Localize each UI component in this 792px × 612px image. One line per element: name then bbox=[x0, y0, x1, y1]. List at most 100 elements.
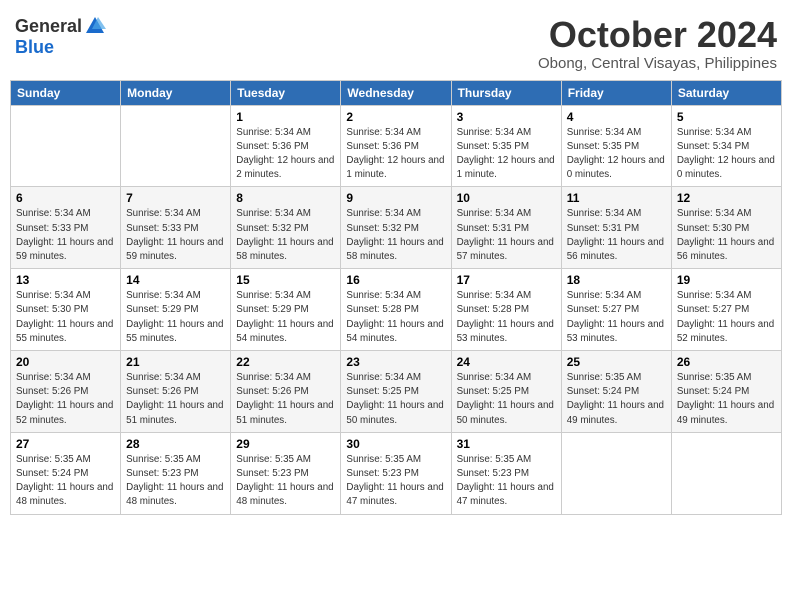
day-info: Sunrise: 5:34 AMSunset: 5:30 PMDaylight:… bbox=[677, 207, 776, 264]
weekday-header: Friday bbox=[561, 80, 671, 105]
logo-icon bbox=[84, 15, 106, 37]
day-number: 19 bbox=[677, 273, 776, 287]
logo-blue-text: Blue bbox=[15, 37, 54, 58]
day-info: Sunrise: 5:34 AMSunset: 5:29 PMDaylight:… bbox=[126, 289, 225, 346]
calendar-day-cell: 28 Sunrise: 5:35 AMSunset: 5:23 PMDayligh… bbox=[121, 432, 231, 514]
calendar-day-cell: 31Sunrise: 5:35 AMSunset: 5:23 PMDayligh… bbox=[451, 432, 561, 514]
calendar-day-cell bbox=[671, 432, 781, 514]
day-number: 29 bbox=[236, 437, 335, 451]
page-header: General Blue October 2024 Obong, Central… bbox=[10, 10, 782, 72]
weekday-header: Wednesday bbox=[341, 80, 451, 105]
day-number: 17 bbox=[457, 273, 556, 287]
calendar-header-row: SundayMondayTuesdayWednesdayThursdayFrid… bbox=[11, 80, 782, 105]
day-info: Sunrise: 5:34 AMSunset: 5:26 PMDaylight:… bbox=[126, 371, 225, 428]
day-info: Sunrise: 5:35 AMSunset: 5:24 PMDaylight:… bbox=[567, 371, 666, 428]
month-title: October 2024 bbox=[538, 15, 777, 55]
day-number: 10 bbox=[457, 191, 556, 205]
day-number: 6 bbox=[16, 191, 115, 205]
calendar-week-row: 6 Sunrise: 5:34 AMSunset: 5:33 PMDaylight… bbox=[11, 187, 782, 269]
day-info: Sunrise: 5:34 AMSunset: 5:26 PMDaylight:… bbox=[16, 371, 115, 428]
day-info: Sunrise: 5:34 AMSunset: 5:35 PMDaylight:… bbox=[457, 126, 556, 183]
calendar-day-cell: 22 Sunrise: 5:34 AMSunset: 5:26 PMDayligh… bbox=[231, 351, 341, 433]
day-number: 30 bbox=[346, 437, 445, 451]
day-info: Sunrise: 5:34 AMSunset: 5:28 PMDaylight:… bbox=[457, 289, 556, 346]
day-number: 24 bbox=[457, 355, 556, 369]
calendar-day-cell: 23 Sunrise: 5:34 AMSunset: 5:25 PMDayligh… bbox=[341, 351, 451, 433]
day-number: 23 bbox=[346, 355, 445, 369]
day-info: Sunrise: 5:35 AMSunset: 5:23 PMDaylight:… bbox=[236, 453, 335, 510]
calendar-day-cell: 16Sunrise: 5:34 AMSunset: 5:28 PMDayligh… bbox=[341, 269, 451, 351]
calendar-day-cell: 21 Sunrise: 5:34 AMSunset: 5:26 PMDayligh… bbox=[121, 351, 231, 433]
calendar-day-cell: 17 Sunrise: 5:34 AMSunset: 5:28 PMDayligh… bbox=[451, 269, 561, 351]
day-number: 4 bbox=[567, 110, 666, 124]
day-info: Sunrise: 5:34 AMSunset: 5:29 PMDaylight:… bbox=[236, 289, 335, 346]
day-number: 28 bbox=[126, 437, 225, 451]
calendar-week-row: 1Sunrise: 5:34 AMSunset: 5:36 PMDaylight… bbox=[11, 105, 782, 187]
weekday-header: Thursday bbox=[451, 80, 561, 105]
calendar-day-cell: 27 Sunrise: 5:35 AMSunset: 5:24 PMDayligh… bbox=[11, 432, 121, 514]
day-info: Sunrise: 5:34 AMSunset: 5:27 PMDaylight:… bbox=[567, 289, 666, 346]
day-info: Sunrise: 5:34 AMSunset: 5:25 PMDaylight:… bbox=[346, 371, 445, 428]
calendar-day-cell: 12 Sunrise: 5:34 AMSunset: 5:30 PMDayligh… bbox=[671, 187, 781, 269]
weekday-header: Sunday bbox=[11, 80, 121, 105]
day-number: 5 bbox=[677, 110, 776, 124]
calendar-day-cell: 19 Sunrise: 5:34 AMSunset: 5:27 PMDayligh… bbox=[671, 269, 781, 351]
day-number: 22 bbox=[236, 355, 335, 369]
calendar-day-cell: 9Sunrise: 5:34 AMSunset: 5:32 PMDaylight… bbox=[341, 187, 451, 269]
day-number: 15 bbox=[236, 273, 335, 287]
day-info: Sunrise: 5:34 AMSunset: 5:30 PMDaylight:… bbox=[16, 289, 115, 346]
calendar-week-row: 27 Sunrise: 5:35 AMSunset: 5:24 PMDayligh… bbox=[11, 432, 782, 514]
weekday-header: Saturday bbox=[671, 80, 781, 105]
day-info: Sunrise: 5:34 AMSunset: 5:25 PMDaylight:… bbox=[457, 371, 556, 428]
day-number: 11 bbox=[567, 191, 666, 205]
day-info: Sunrise: 5:34 AMSunset: 5:28 PMDaylight:… bbox=[346, 289, 445, 346]
day-info: Sunrise: 5:34 AMSunset: 5:35 PMDaylight:… bbox=[567, 126, 666, 183]
day-number: 9 bbox=[346, 191, 445, 205]
title-section: October 2024 Obong, Central Visayas, Phi… bbox=[538, 15, 777, 72]
weekday-header: Monday bbox=[121, 80, 231, 105]
day-info: Sunrise: 5:35 AMSunset: 5:24 PMDaylight:… bbox=[16, 453, 115, 510]
day-info: Sunrise: 5:34 AMSunset: 5:27 PMDaylight:… bbox=[677, 289, 776, 346]
day-info: Sunrise: 5:34 AMSunset: 5:36 PMDaylight:… bbox=[346, 126, 445, 183]
calendar-day-cell: 30Sunrise: 5:35 AMSunset: 5:23 PMDayligh… bbox=[341, 432, 451, 514]
calendar-day-cell: 1Sunrise: 5:34 AMSunset: 5:36 PMDaylight… bbox=[231, 105, 341, 187]
day-number: 2 bbox=[346, 110, 445, 124]
calendar-day-cell: 13 Sunrise: 5:34 AMSunset: 5:30 PMDayligh… bbox=[11, 269, 121, 351]
calendar-week-row: 20Sunrise: 5:34 AMSunset: 5:26 PMDayligh… bbox=[11, 351, 782, 433]
day-number: 13 bbox=[16, 273, 115, 287]
calendar-day-cell bbox=[561, 432, 671, 514]
day-info: Sunrise: 5:34 AMSunset: 5:31 PMDaylight:… bbox=[457, 207, 556, 264]
day-info: Sunrise: 5:35 AMSunset: 5:23 PMDaylight:… bbox=[457, 453, 556, 510]
day-number: 14 bbox=[126, 273, 225, 287]
calendar-day-cell bbox=[121, 105, 231, 187]
day-info: Sunrise: 5:34 AMSunset: 5:31 PMDaylight:… bbox=[567, 207, 666, 264]
calendar-day-cell: 4 Sunrise: 5:34 AMSunset: 5:35 PMDaylight… bbox=[561, 105, 671, 187]
day-number: 7 bbox=[126, 191, 225, 205]
weekday-header: Tuesday bbox=[231, 80, 341, 105]
day-number: 27 bbox=[16, 437, 115, 451]
calendar-day-cell: 8 Sunrise: 5:34 AMSunset: 5:32 PMDaylight… bbox=[231, 187, 341, 269]
calendar-day-cell: 6Sunrise: 5:34 AMSunset: 5:33 PMDaylight… bbox=[11, 187, 121, 269]
calendar-day-cell: 5Sunrise: 5:34 AMSunset: 5:34 PMDaylight… bbox=[671, 105, 781, 187]
day-info: Sunrise: 5:34 AMSunset: 5:32 PMDaylight:… bbox=[236, 207, 335, 264]
logo-general-text: General bbox=[15, 16, 82, 37]
day-number: 8 bbox=[236, 191, 335, 205]
calendar-day-cell: 3 Sunrise: 5:34 AMSunset: 5:35 PMDaylight… bbox=[451, 105, 561, 187]
day-info: Sunrise: 5:34 AMSunset: 5:33 PMDaylight:… bbox=[126, 207, 225, 264]
day-number: 21 bbox=[126, 355, 225, 369]
day-number: 3 bbox=[457, 110, 556, 124]
day-info: Sunrise: 5:34 AMSunset: 5:36 PMDaylight:… bbox=[236, 126, 335, 183]
calendar-day-cell: 10 Sunrise: 5:34 AMSunset: 5:31 PMDayligh… bbox=[451, 187, 561, 269]
calendar-day-cell: 26Sunrise: 5:35 AMSunset: 5:24 PMDayligh… bbox=[671, 351, 781, 433]
calendar-day-cell: 25 Sunrise: 5:35 AMSunset: 5:24 PMDayligh… bbox=[561, 351, 671, 433]
day-number: 12 bbox=[677, 191, 776, 205]
calendar-table: SundayMondayTuesdayWednesdayThursdayFrid… bbox=[10, 80, 782, 515]
day-info: Sunrise: 5:35 AMSunset: 5:23 PMDaylight:… bbox=[126, 453, 225, 510]
location-subtitle: Obong, Central Visayas, Philippines bbox=[538, 55, 777, 72]
day-number: 25 bbox=[567, 355, 666, 369]
day-number: 18 bbox=[567, 273, 666, 287]
day-number: 26 bbox=[677, 355, 776, 369]
day-info: Sunrise: 5:34 AMSunset: 5:26 PMDaylight:… bbox=[236, 371, 335, 428]
calendar-day-cell: 29 Sunrise: 5:35 AMSunset: 5:23 PMDayligh… bbox=[231, 432, 341, 514]
calendar-day-cell: 7 Sunrise: 5:34 AMSunset: 5:33 PMDaylight… bbox=[121, 187, 231, 269]
